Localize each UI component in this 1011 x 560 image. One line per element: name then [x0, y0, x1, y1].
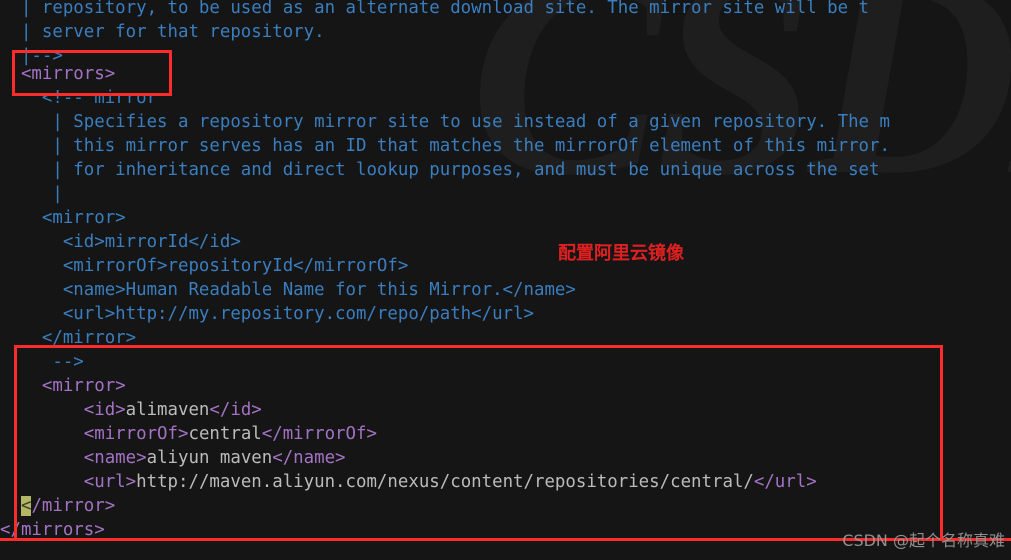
code-token: <name> — [0, 448, 147, 468]
code-line[interactable]: | server for that repository. — [0, 20, 325, 44]
code-token: <!-- mirror — [0, 88, 158, 108]
code-token: <mirrorOf>repositoryId</mirrorOf> — [0, 256, 409, 276]
code-line[interactable]: <mirror> — [0, 206, 126, 230]
code-line[interactable]: | this mirror serves has an ID that matc… — [0, 134, 890, 158]
code-token: | — [0, 184, 63, 204]
code-line[interactable]: <!-- mirror — [0, 86, 157, 110]
chinese-annotation-label: 配置阿里云镜像 — [558, 243, 684, 264]
code-token: <mirror> — [0, 376, 126, 396]
code-token: <url> — [0, 472, 137, 492]
code-token: <id>mirrorId</id> — [0, 232, 241, 252]
csdn-watermark: CSDN @起个名称真难 — [842, 531, 1005, 550]
code-token: central — [188, 424, 262, 444]
code-line[interactable]: | — [0, 182, 63, 206]
code-token: alimaven — [125, 400, 210, 420]
code-token: <id> — [0, 400, 126, 420]
code-line[interactable]: | Specifies a repository mirror site to … — [0, 110, 890, 134]
code-line[interactable]: --> — [0, 350, 84, 374]
code-line[interactable]: </mirror> — [0, 326, 136, 350]
code-line[interactable]: <name>aliyun maven</name> — [0, 446, 346, 470]
code-line[interactable]: <id>mirrorId</id> — [0, 230, 241, 254]
code-token: | for inheritance and direct lookup purp… — [0, 160, 880, 180]
code-token: <mirror> — [0, 208, 126, 228]
code-token: | Specifies a repository mirror site to … — [0, 112, 890, 132]
code-line[interactable]: <mirrors> — [0, 62, 115, 86]
code-token: | repository, to be used as an alternate… — [0, 0, 870, 18]
bracket-match-highlight: < — [20, 496, 32, 516]
code-token: </name> — [272, 448, 346, 468]
code-token: </mirrorOf> — [261, 424, 377, 444]
code-line[interactable]: <mirrorOf>repositoryId</mirrorOf> — [0, 254, 409, 278]
code-token: --> — [0, 352, 84, 372]
code-editor-screenshot: CSDN | repository, to be used as an alte… — [0, 0, 1011, 560]
code-token: </url> — [753, 472, 817, 492]
code-line[interactable]: <id>alimaven</id> — [0, 398, 262, 422]
code-token: </mirrors> — [0, 520, 105, 540]
code-token: <name>Human Readable Name for this Mirro… — [0, 280, 576, 300]
code-line[interactable]: <name>Human Readable Name for this Mirro… — [0, 278, 576, 302]
code-token: http://maven.aliyun.com/nexus/content/re… — [136, 472, 754, 492]
code-line[interactable]: | for inheritance and direct lookup purp… — [0, 158, 879, 182]
code-line[interactable]: | repository, to be used as an alternate… — [0, 0, 869, 20]
code-token: | server for that repository. — [0, 22, 325, 42]
code-token: /mirror> — [31, 496, 116, 516]
xml-code-area[interactable]: | repository, to be used as an alternate… — [0, 0, 1011, 560]
code-token: | this mirror serves has an ID that matc… — [0, 136, 890, 156]
code-token: <url>http://my.repository.com/repo/path<… — [0, 304, 534, 324]
code-token: aliyun maven — [146, 448, 273, 468]
code-line[interactable]: </mirrors> — [0, 518, 105, 542]
code-token: </id> — [209, 400, 262, 420]
code-token: </mirror> — [0, 328, 137, 348]
code-line[interactable]: <url>http://maven.aliyun.com/nexus/conte… — [0, 470, 817, 494]
code-line[interactable]: <mirrorOf>central</mirrorOf> — [0, 422, 377, 446]
code-line[interactable]: <mirror> — [0, 374, 126, 398]
code-line[interactable]: </mirror> — [0, 494, 115, 518]
code-token: <mirrorOf> — [0, 424, 189, 444]
code-token: <mirrors> — [0, 64, 116, 84]
code-line[interactable]: <url>http://my.repository.com/repo/path<… — [0, 302, 534, 326]
